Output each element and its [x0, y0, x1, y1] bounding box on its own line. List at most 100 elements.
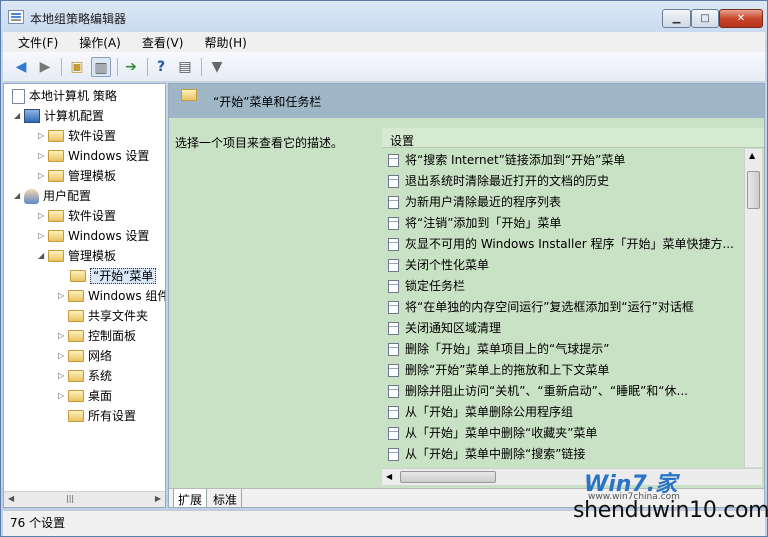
list-item[interactable]: 从「开始」菜单中删除“搜索”链接: [388, 444, 744, 465]
list-item[interactable]: 锁定任务栏: [388, 276, 744, 297]
policy-setting-icon: [388, 196, 399, 209]
description-text: 选择一个项目来查看它的描述。: [175, 136, 344, 150]
list-vertical-scrollbar[interactable]: ▲: [744, 149, 762, 467]
folder-icon: [68, 310, 84, 322]
toolbar-separator: [147, 58, 148, 76]
scrollbar-thumb[interactable]: [400, 471, 496, 483]
tree-node-cc-windows[interactable]: ▷ Windows 设置: [38, 146, 149, 166]
policy-setting-icon: [388, 175, 399, 188]
list-item[interactable]: 删除并阻止访问“关机”、“重新启动”、“睡眠”和“休...: [388, 381, 744, 402]
list-item[interactable]: 退出系统时清除最近打开的文档的历史: [388, 171, 744, 192]
menu-file[interactable]: 文件(F): [3, 32, 64, 51]
expanded-arrow-icon[interactable]: ◢: [14, 186, 24, 206]
details-pane: “开始”菜单和任务栏 选择一个项目来查看它的描述。 设置 将“搜索 Intern…: [168, 83, 765, 508]
collapsed-arrow-icon[interactable]: ▷: [38, 226, 48, 246]
show-hide-tree-icon[interactable]: ▥: [91, 57, 111, 77]
policy-setting-icon: [388, 322, 399, 335]
list-item[interactable]: 为新用户清除最近的程序列表: [388, 192, 744, 213]
folder-icon: [48, 130, 64, 142]
policy-setting-icon: [388, 364, 399, 377]
scrollbar-thumb[interactable]: [747, 171, 760, 209]
menu-help[interactable]: 帮助(H): [189, 32, 252, 51]
details-header: “开始”菜单和任务栏: [169, 84, 764, 118]
tree-node-cc-software[interactable]: ▷ 软件设置: [38, 126, 116, 146]
tree-node-windows-components[interactable]: ▷ Windows 组件: [58, 286, 165, 306]
folder-search-icon: [68, 410, 84, 422]
folder-icon: [48, 250, 64, 262]
collapsed-arrow-icon[interactable]: ▷: [58, 326, 68, 346]
folder-open-icon: [70, 270, 86, 282]
title-bar: 本地组策略编辑器 ▁ □ ✕: [1, 1, 767, 33]
settings-list: 设置 将“搜索 Internet”链接添加到“开始”菜单 退出系统时清除最近打开…: [382, 128, 764, 488]
collapsed-arrow-icon[interactable]: ▷: [38, 146, 48, 166]
collapsed-arrow-icon[interactable]: ▷: [58, 346, 68, 366]
window: 本地组策略编辑器 ▁ □ ✕ 文件(F) 操作(A) 查看(V) 帮助(H) ◀ ▶ …: [0, 0, 768, 537]
tree-node-start-menu[interactable]: “开始”菜单: [70, 266, 157, 286]
policy-setting-icon: [388, 406, 399, 419]
close-button[interactable]: ✕: [719, 9, 763, 28]
status-text: 76 个设置: [10, 516, 66, 530]
column-header-setting[interactable]: 设置: [382, 128, 764, 148]
list-item[interactable]: 从「开始」菜单中删除“收藏夹”菜单: [388, 423, 744, 444]
maximize-button[interactable]: □: [691, 9, 719, 28]
list-item[interactable]: 关闭个性化菜单: [388, 255, 744, 276]
list-item[interactable]: 将“在单独的内存空间运行”复选框添加到“运行”对话框: [388, 297, 744, 318]
help-icon[interactable]: ?: [151, 57, 171, 77]
policy-setting-icon: [388, 427, 399, 440]
policy-setting-icon: [388, 217, 399, 230]
forward-arrow-icon[interactable]: ▶: [35, 57, 55, 77]
filter-icon[interactable]: ▼: [207, 57, 227, 77]
list-item[interactable]: 将“注销”添加到「开始」菜单: [388, 213, 744, 234]
menu-view[interactable]: 查看(V): [127, 32, 190, 51]
up-folder-icon[interactable]: ▣: [67, 57, 87, 77]
tree-node-network[interactable]: ▷ 网络: [58, 346, 112, 366]
folder-icon: [68, 290, 84, 302]
policy-setting-icon: [388, 154, 399, 167]
minimize-button[interactable]: ▁: [662, 9, 691, 28]
back-arrow-icon[interactable]: ◀: [11, 57, 31, 77]
tree-node-system[interactable]: ▷ 系统: [58, 366, 112, 386]
policy-setting-icon: [388, 448, 399, 461]
toolbar: ◀ ▶ ▣ ▥ ➔ ? ▤ ▼: [3, 52, 765, 82]
list-horizontal-scrollbar[interactable]: ◀: [382, 468, 762, 485]
list-item[interactable]: 灰显不可用的 Windows Installer 程序「开始」菜单快捷方...: [388, 234, 744, 255]
tree-node-uc-windows[interactable]: ▷ Windows 设置: [38, 226, 149, 246]
expanded-arrow-icon[interactable]: ◢: [38, 246, 48, 266]
list-item[interactable]: 关闭通知区域清理: [388, 318, 744, 339]
toolbar-separator: [201, 58, 202, 76]
policy-doc-icon: [12, 89, 25, 104]
tree-node-computer-config[interactable]: ◢ 计算机配置: [14, 106, 104, 126]
navigation-tree: 本地计算机 策略 ◢ 计算机配置 ▷ 软件设置 ▷ Windows 设置 ▷ 管理模板 …: [3, 83, 166, 508]
menu-bar: 文件(F) 操作(A) 查看(V) 帮助(H): [3, 32, 765, 52]
tree-horizontal-scrollbar[interactable]: ◀ ||| ▶: [4, 491, 165, 507]
list-item[interactable]: 将“搜索 Internet”链接添加到“开始”菜单: [388, 150, 744, 171]
tree-node-shared-folders[interactable]: 共享文件夹: [68, 306, 148, 326]
list-item[interactable]: 删除“开始”菜单上的拖放和上下文菜单: [388, 360, 744, 381]
export-list-icon[interactable]: ➔: [121, 57, 141, 77]
toolbar-separator: [117, 58, 118, 76]
tree-node-control-panel[interactable]: ▷ 控制面板: [58, 326, 136, 346]
expanded-arrow-icon[interactable]: ◢: [14, 106, 24, 126]
policy-setting-icon: [388, 385, 399, 398]
collapsed-arrow-icon[interactable]: ▷: [58, 386, 68, 406]
folder-icon: [48, 210, 64, 222]
tree-node-uc-software[interactable]: ▷ 软件设置: [38, 206, 116, 226]
tree-node-cc-admin[interactable]: ▷ 管理模板: [38, 166, 116, 186]
list-item[interactable]: 从「开始」菜单删除公用程序组: [388, 402, 744, 423]
tab-standard[interactable]: 标准: [209, 489, 243, 507]
tree-node-desktop[interactable]: ▷ 桌面: [58, 386, 112, 406]
tree-node-uc-admin[interactable]: ◢ 管理模板: [38, 246, 116, 266]
collapsed-arrow-icon[interactable]: ▷: [38, 166, 48, 186]
tab-extended[interactable]: 扩展: [173, 489, 208, 507]
collapsed-arrow-icon[interactable]: ▷: [58, 286, 68, 306]
list-item[interactable]: 删除「开始」菜单项目上的“气球提示”: [388, 339, 744, 360]
menu-action[interactable]: 操作(A): [64, 32, 127, 51]
properties-icon[interactable]: ▤: [175, 57, 195, 77]
tree-node-user-config[interactable]: ◢ 用户配置: [14, 186, 91, 206]
folder-icon: [68, 390, 84, 402]
collapsed-arrow-icon[interactable]: ▷: [38, 126, 48, 146]
collapsed-arrow-icon[interactable]: ▷: [38, 206, 48, 226]
tree-node-root[interactable]: 本地计算机 策略: [12, 86, 117, 106]
tree-node-all-settings[interactable]: 所有设置: [68, 406, 136, 426]
collapsed-arrow-icon[interactable]: ▷: [58, 366, 68, 386]
